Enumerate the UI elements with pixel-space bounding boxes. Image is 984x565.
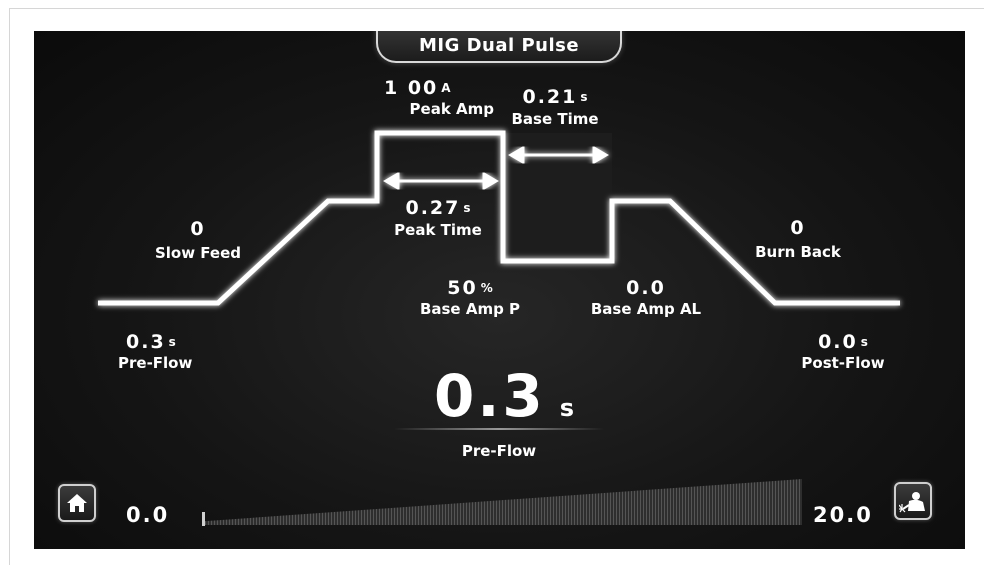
home-button[interactable]	[58, 484, 96, 522]
post-flow-param[interactable]: 0.0 s Post-Flow	[789, 332, 897, 372]
frame-border-left	[9, 8, 10, 565]
peak-amp-value: 1 00 A	[384, 77, 451, 99]
burn-back-label: Burn Back	[755, 243, 841, 261]
slow-feed-label: Slow Feed	[154, 244, 242, 262]
pre-flow-param[interactable]: 0.3 s Pre-Flow	[118, 332, 212, 372]
base-amp-p-param[interactable]: 50% Base Amp P	[414, 278, 526, 318]
base-amp-al-value: 0.0	[626, 277, 666, 299]
peak-time-param[interactable]: 0.27 s Peak Time	[386, 198, 490, 239]
base-amp-al-label: Base Amp AL	[590, 300, 702, 318]
base-time-value: 0.21 s	[522, 86, 588, 108]
selected-param-label: Pre-Flow	[461, 442, 537, 460]
value-slider-track[interactable]	[202, 479, 802, 525]
selected-divider	[394, 428, 604, 430]
frame-border-top	[9, 8, 984, 9]
slow-feed-param[interactable]: 0 Slow Feed	[146, 219, 250, 262]
home-icon	[67, 494, 87, 512]
base-amp-al-param[interactable]: 0.0 Base Amp AL	[584, 278, 708, 318]
base-time-label: Base Time	[511, 110, 599, 128]
pre-flow-label: Pre-Flow	[118, 354, 193, 372]
peak-amp-label: Peak Amp	[409, 100, 494, 118]
base-time-param[interactable]: 0.21 s Base Time	[500, 87, 610, 128]
slider-max-value: 20.0	[813, 503, 873, 527]
pre-flow-value: 0.3 s	[126, 331, 176, 353]
post-flow-label: Post-Flow	[801, 354, 885, 372]
base-amp-p-label: Base Amp P	[419, 300, 521, 318]
selected-unit: s	[559, 394, 575, 422]
base-amp-p-value: 50%	[447, 277, 493, 299]
burn-back-value: 0	[790, 217, 806, 239]
selected-value: 0.3	[434, 362, 546, 430]
welder-icon	[899, 492, 925, 513]
peak-time-value: 0.27 s	[405, 197, 471, 219]
peak-time-arrow	[383, 171, 499, 191]
peak-time-label: Peak Time	[394, 221, 482, 239]
welder-display: MIG Dual Pulse 1 00 A Peak Amp 0.21 s Ba…	[34, 31, 965, 549]
slow-feed-value: 0	[190, 218, 206, 240]
slider-ramp	[202, 479, 802, 525]
post-flow-value: 0.0 s	[818, 331, 868, 353]
welder-button[interactable]	[894, 482, 932, 520]
burn-back-param[interactable]: 0 Burn Back	[746, 218, 850, 261]
peak-amp-param[interactable]: 1 00 A Peak Amp	[382, 78, 494, 118]
slider-handle[interactable]	[202, 512, 205, 526]
slider-min-value: 0.0	[126, 503, 170, 527]
